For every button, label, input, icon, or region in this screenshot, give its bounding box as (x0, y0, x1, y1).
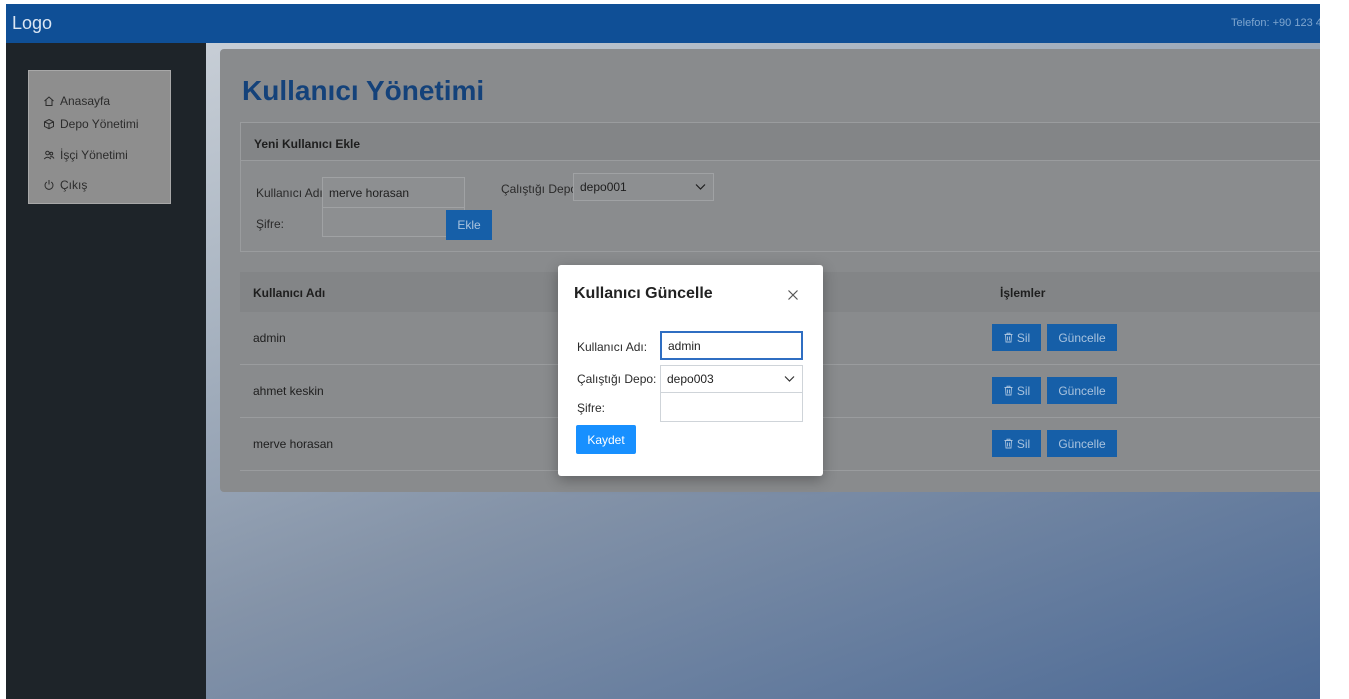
logo: Logo (12, 13, 53, 33)
add-username-input[interactable]: merve horasan (322, 177, 465, 208)
modal-title: Kullanıcı Güncelle (574, 285, 713, 302)
chevron-down-icon (695, 184, 706, 190)
trash-icon (1003, 385, 1014, 396)
sidebar-item-label: Depo Yönetimi (60, 117, 139, 131)
sidebar-item-anasayfa[interactable]: Anasayfa (43, 92, 110, 110)
column-actions: İşlemler (1000, 286, 1046, 300)
delete-label: Sil (1016, 436, 1031, 451)
add-depot-label: Çalıştığı Depo: (501, 182, 581, 196)
add-username-label: Kullanıcı Adı: (256, 186, 327, 200)
add-depot-value: depo001 (580, 180, 627, 194)
modal-depot-value: depo003 (667, 372, 714, 386)
row-username: ahmet keskin (253, 384, 324, 398)
row-username: admin (253, 331, 286, 345)
cube-icon (43, 118, 55, 130)
sidebar-item-label: Çıkış (60, 178, 88, 192)
top-bar: Logo Telefon: +90 123 45 (6, 4, 1320, 43)
modal-password-input[interactable] (660, 392, 803, 422)
modal-username-input[interactable] (660, 331, 803, 360)
sidebar: Anasayfa Depo Yönetimi İşçi Yönetimi Çık… (6, 43, 206, 699)
sidebar-item-label: İşçi Yönetimi (60, 148, 128, 162)
delete-button[interactable]: Sil (992, 324, 1041, 351)
modal-password-label: Şifre: (577, 401, 606, 415)
close-icon[interactable] (786, 288, 800, 302)
app-frame: Logo Telefon: +90 123 45 Anasayfa Depo Y… (6, 4, 1320, 699)
column-username: Kullanıcı Adı (253, 286, 326, 300)
save-button[interactable]: Kaydet (576, 425, 636, 454)
update-user-modal: Kullanıcı Güncelle Kullanıcı Adı: Çalışt… (558, 265, 823, 476)
users-icon (43, 149, 55, 161)
add-depot-select[interactable]: depo001 (573, 173, 714, 201)
home-icon (43, 95, 55, 107)
trash-icon (1003, 332, 1014, 343)
sidebar-item-isci-yonetimi[interactable]: İşçi Yönetimi (43, 146, 128, 164)
update-button[interactable]: Güncelle (1047, 430, 1117, 457)
power-icon (43, 179, 55, 191)
delete-label: Sil (1016, 383, 1031, 398)
add-user-button[interactable]: Ekle (446, 210, 492, 240)
sidebar-menu: Anasayfa Depo Yönetimi İşçi Yönetimi Çık… (28, 70, 171, 204)
row-username: merve horasan (253, 437, 334, 451)
phone-number: Telefon: +90 123 45 (1231, 17, 1320, 29)
sidebar-item-cikis[interactable]: Çıkış (43, 176, 87, 194)
page-title: Kullanıcı Yönetimi (242, 75, 485, 106)
modal-depot-label: Çalıştığı Depo: (577, 372, 657, 386)
delete-button[interactable]: Sil (992, 377, 1041, 404)
update-button[interactable]: Güncelle (1047, 377, 1117, 404)
modal-username-label: Kullanıcı Adı: (577, 340, 648, 354)
sidebar-item-depo-yonetimi[interactable]: Depo Yönetimi (43, 115, 139, 133)
delete-button[interactable]: Sil (992, 430, 1041, 457)
sidebar-item-label: Anasayfa (60, 94, 111, 108)
update-button[interactable]: Güncelle (1047, 324, 1117, 351)
delete-label: Sil (1016, 330, 1031, 345)
add-password-input[interactable] (322, 207, 465, 237)
add-password-label: Şifre: (256, 217, 285, 231)
trash-icon (1003, 438, 1014, 449)
add-user-heading: Yeni Kullanıcı Ekle (241, 123, 1320, 161)
modal-depot-select[interactable]: depo003 (660, 365, 803, 393)
chevron-down-icon (784, 376, 795, 382)
